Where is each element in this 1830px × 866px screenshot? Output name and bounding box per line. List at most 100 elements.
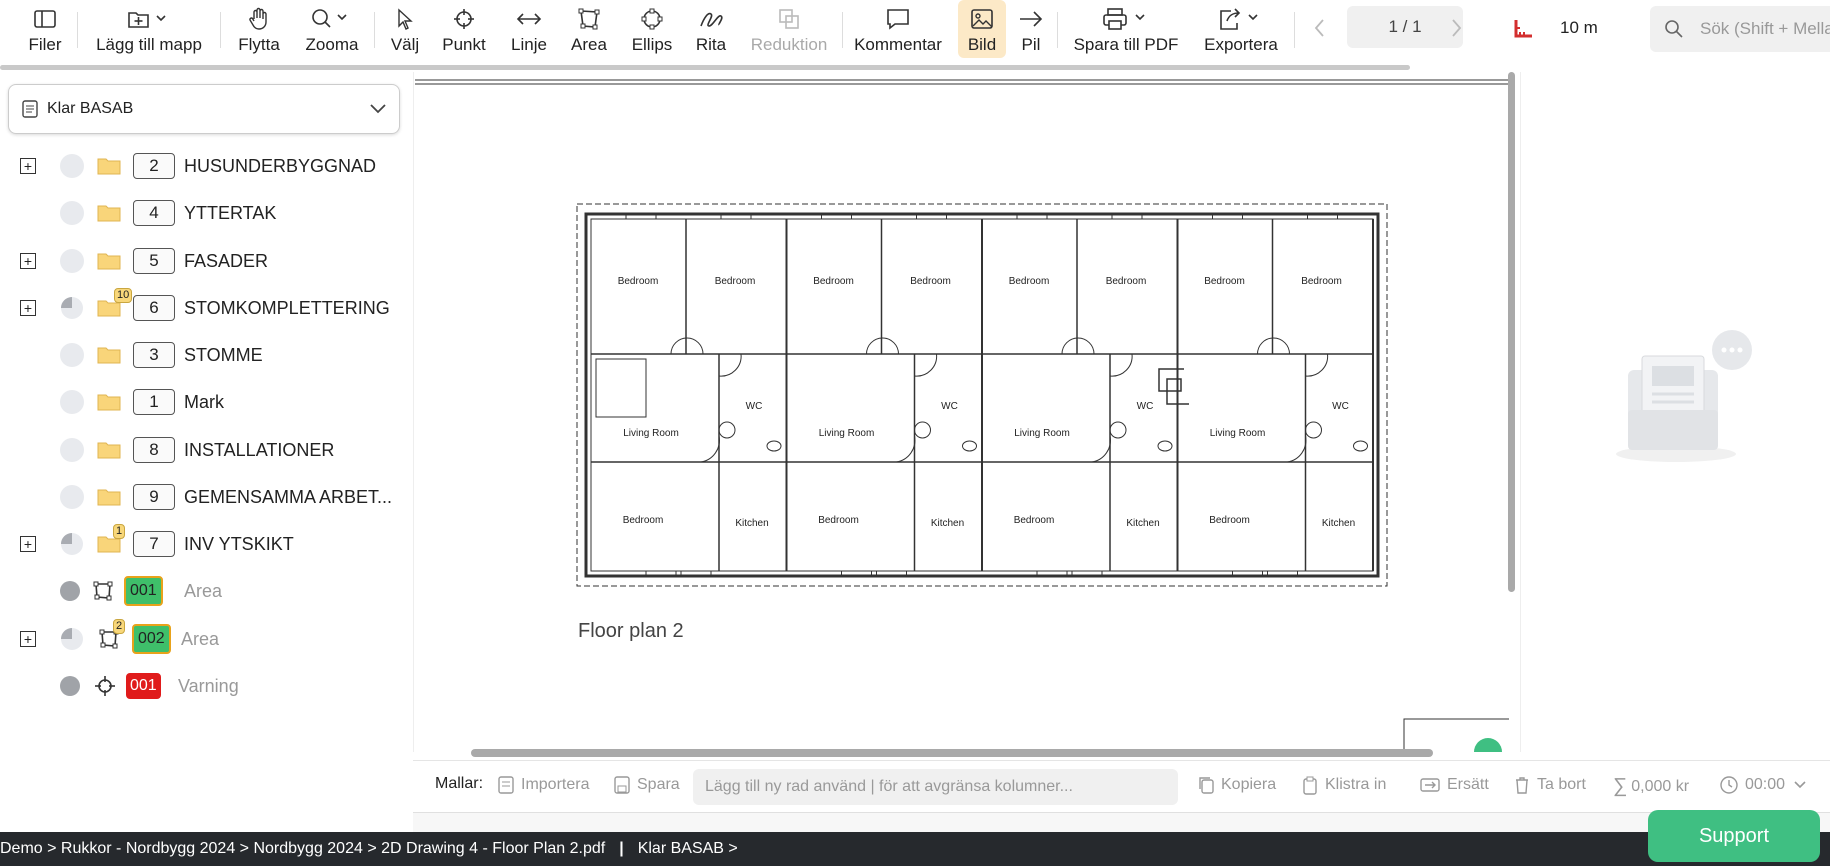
image-button[interactable]: Bild: [958, 0, 1006, 58]
shower-drain: [718, 421, 736, 439]
horizontal-scrollbar[interactable]: [471, 749, 1433, 757]
arrow-icon: [1020, 11, 1043, 27]
arrow-label: Pil: [1021, 35, 1041, 54]
chevron-down-icon: [370, 104, 386, 114]
files-button[interactable]: Filer: [22, 0, 68, 58]
status-indicator[interactable]: [60, 581, 80, 601]
drawing-canvas[interactable]: Bedroom Bedroom Living Room WC Bedroom Kitche…: [413, 72, 1509, 752]
folder-icon: [97, 205, 121, 222]
tree-row-inv-ytskikt[interactable]: + 1 7 INV YTSKIKT: [0, 524, 410, 562]
reduction-button[interactable]: Reduktion: [748, 0, 830, 58]
status-project[interactable]: Klar BASAB >: [638, 840, 738, 858]
partial-status-icon[interactable]: [60, 627, 84, 651]
paste-button[interactable]: Klistra in: [1301, 775, 1386, 795]
comment-button[interactable]: Kommentar: [852, 0, 944, 58]
tree-row-fasader[interactable]: + 5 FASADER: [0, 243, 410, 279]
status-indicator[interactable]: [60, 485, 84, 509]
save-template-button[interactable]: Spara: [613, 775, 680, 795]
partial-status-icon[interactable]: [60, 532, 84, 556]
paste-icon: [1303, 776, 1317, 795]
tree-row-mark[interactable]: 1 Mark: [0, 384, 410, 420]
select-button[interactable]: Välj: [385, 0, 425, 58]
copy-button[interactable]: Kopiera: [1197, 775, 1276, 795]
toilet: [1157, 440, 1173, 452]
tree-row-husunderbyggnad[interactable]: + 2 HUSUNDERBYGGNAD: [0, 148, 410, 184]
status-indicator[interactable]: [60, 438, 84, 462]
object-row-area-001[interactable]: 001 Area: [0, 573, 410, 609]
room-label-living: Living Room: [819, 428, 875, 439]
tree-row-gemensamma[interactable]: 9 GEMENSAMMA ARBET...: [0, 479, 410, 515]
ellipse-button[interactable]: Ellips: [626, 0, 678, 58]
expand-button[interactable]: +: [20, 300, 36, 316]
replace-button[interactable]: Ersätt: [1419, 775, 1489, 795]
tree-row-yttertak[interactable]: 4 YTTERTAK: [0, 195, 410, 231]
folder-label: Mark: [184, 391, 224, 412]
search-field[interactable]: Sök (Shift + Mella: [1650, 6, 1830, 52]
room-label-wc: WC: [1137, 401, 1154, 412]
toolbar-separator: [77, 12, 78, 48]
partial-status-icon[interactable]: [60, 296, 84, 320]
import-button[interactable]: Importera: [497, 775, 589, 795]
vertical-scrollbar[interactable]: [1508, 72, 1515, 592]
door-swing: [1061, 337, 1095, 355]
count-badge: 10: [114, 288, 133, 303]
chevron-left-icon[interactable]: [1312, 16, 1328, 40]
status-indicator[interactable]: [60, 249, 84, 273]
save-pdf-button[interactable]: Spara till PDF: [1068, 0, 1184, 58]
area-button[interactable]: Area: [566, 0, 612, 58]
layer-sidebar: Klar BASAB + 2 HUSUNDERBYGGNAD 4 YTTERTA…: [0, 72, 410, 832]
shower-drain: [1305, 421, 1322, 439]
expand-button[interactable]: +: [20, 253, 36, 269]
room-label-kitchen: Kitchen: [931, 518, 964, 529]
add-row-input[interactable]: Lägg till ny rad använd | för att avgrän…: [693, 769, 1178, 805]
status-indicator[interactable]: [60, 154, 84, 178]
reduction-icon: [779, 9, 799, 29]
status-indicator[interactable]: [60, 390, 84, 414]
floor-plan-drawing[interactable]: Bedroom Bedroom Living Room WC Bedroom Kitche…: [414, 72, 1509, 752]
printer-icon: [1103, 8, 1145, 30]
line-button[interactable]: Linje: [505, 0, 553, 58]
move-button[interactable]: Flytta: [232, 0, 286, 58]
object-row-varning-001[interactable]: 001 Varning: [0, 668, 410, 704]
status-indicator[interactable]: [60, 676, 80, 696]
support-button[interactable]: Support: [1648, 810, 1820, 862]
page-indicator[interactable]: 1 / 1: [1347, 6, 1463, 48]
count-badge: 2: [113, 619, 126, 634]
door-swing: [718, 353, 742, 377]
empty-inbox-illustration: [1616, 330, 1752, 462]
import-icon: [498, 776, 514, 794]
arrow-button[interactable]: Pil: [1016, 0, 1046, 58]
expand-button[interactable]: +: [20, 536, 36, 552]
delete-button[interactable]: Ta bort: [1513, 775, 1586, 795]
tree-row-stomkomplettering[interactable]: + 10 6 STOMKOMPLETTERING: [0, 288, 410, 326]
draw-button[interactable]: Rita: [692, 0, 730, 58]
folder-number: 3: [133, 342, 175, 368]
search-icon: [1665, 20, 1683, 38]
room-label-wc: WC: [746, 401, 763, 412]
time-display[interactable]: 00:00: [1719, 775, 1807, 795]
room-label-kitchen: Kitchen: [1322, 518, 1355, 529]
scale-value[interactable]: 10 m: [1560, 18, 1598, 38]
export-button[interactable]: Exportera: [1196, 0, 1286, 58]
tree-row-stomme[interactable]: 3 STOMME: [0, 337, 410, 373]
copy-label: Kopiera: [1221, 776, 1277, 793]
time-value: 00:00: [1745, 776, 1786, 793]
toolbar-scroll-indicator[interactable]: [0, 65, 1410, 70]
chevron-right-icon[interactable]: [1448, 16, 1464, 40]
point-button[interactable]: Punkt: [438, 0, 490, 58]
status-indicator[interactable]: [60, 343, 84, 367]
object-row-area-002[interactable]: + 2 002 Area: [0, 619, 410, 657]
export-icon: [1220, 8, 1258, 30]
project-select[interactable]: Klar BASAB: [8, 84, 400, 134]
add-folder-button[interactable]: Lägg till mapp: [90, 0, 208, 58]
room-label-bedroom: Bedroom: [1204, 276, 1245, 287]
expand-button[interactable]: +: [20, 158, 36, 174]
expand-button[interactable]: +: [20, 631, 36, 647]
status-indicator[interactable]: [60, 201, 84, 225]
breadcrumb[interactable]: Demo > Rukkor - Nordbygg 2024 > Nordbygg…: [0, 840, 605, 858]
tree-row-installationer[interactable]: 8 INSTALLATIONER: [0, 432, 410, 468]
project-name: Klar BASAB: [47, 100, 134, 117]
zoom-button[interactable]: Zooma: [300, 0, 364, 58]
point-label: Punkt: [442, 35, 486, 54]
folder-label: GEMENSAMMA ARBET...: [184, 486, 393, 507]
